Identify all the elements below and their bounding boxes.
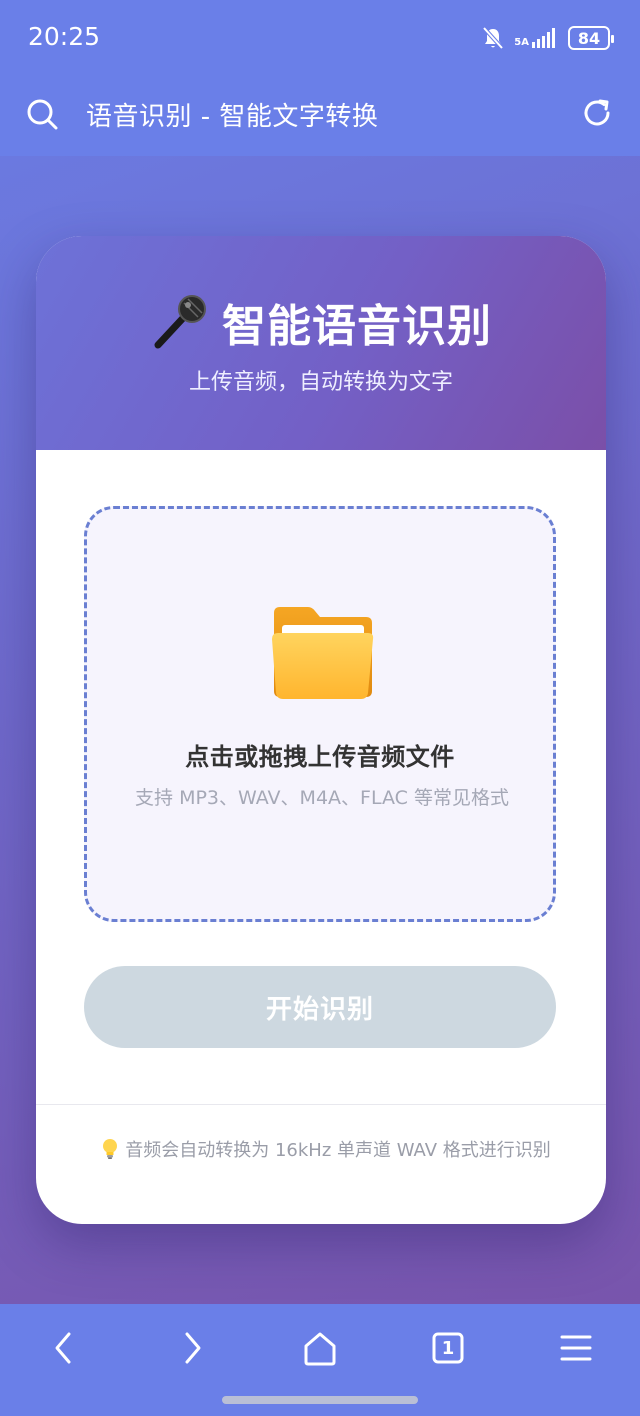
dropzone-title: 点击或拖拽上传音频文件 [185, 743, 455, 771]
start-recognition-button[interactable]: 开始识别 [84, 966, 556, 1048]
card-header: 智能语音识别 上传音频，自动转换为文字 [36, 236, 606, 450]
microphone-icon [154, 295, 206, 349]
chevron-right-icon[interactable] [170, 1326, 214, 1370]
status-bar: 20:25 5A 84 [0, 0, 640, 80]
tabs-button[interactable]: 1 [426, 1326, 470, 1370]
lightbulb-icon [103, 1139, 118, 1159]
bell-muted-icon [482, 26, 504, 50]
home-icon[interactable] [298, 1326, 342, 1370]
format-tip: 音频会自动转换为 16kHz 单声道 WAV 格式进行识别 [96, 1138, 556, 1164]
network-indicator: 5A [514, 28, 558, 48]
signal-icon [532, 28, 555, 48]
tab-count: 1 [441, 1337, 455, 1359]
status-indicators: 5A 84 [482, 26, 614, 50]
menu-icon[interactable] [554, 1326, 598, 1370]
page-title[interactable]: 语音识别 - 智能文字转换 [86, 96, 378, 133]
browser-bar: 语音识别 - 智能文字转换 [0, 80, 640, 156]
card-title: 智能语音识别 [36, 290, 606, 354]
card-title-text: 智能语音识别 [222, 301, 492, 352]
status-time: 20:25 [28, 22, 101, 51]
upload-dropzone[interactable]: 点击或拖拽上传音频文件 支持 MP3、WAV、M4A、FLAC 等常见格式 [84, 506, 556, 922]
dropzone-hint: 支持 MP3、WAV、M4A、FLAC 等常见格式 [135, 787, 509, 809]
network-label: 5A [514, 37, 529, 48]
folder-icon [272, 607, 374, 699]
refresh-icon[interactable] [580, 96, 614, 130]
home-indicator[interactable] [222, 1396, 418, 1404]
card-subtitle: 上传音频，自动转换为文字 [188, 370, 453, 395]
format-tip-text: 音频会自动转换为 16kHz 单声道 WAV 格式进行识别 [125, 1140, 551, 1161]
speech-recognition-card: 智能语音识别 上传音频，自动转换为文字 点击或拖拽上传音频文件 支持 MP3、W… [36, 236, 606, 1224]
divider [36, 1104, 606, 1105]
battery-indicator: 84 [568, 26, 614, 50]
search-icon[interactable] [24, 96, 60, 132]
chevron-left-icon[interactable] [42, 1326, 86, 1370]
